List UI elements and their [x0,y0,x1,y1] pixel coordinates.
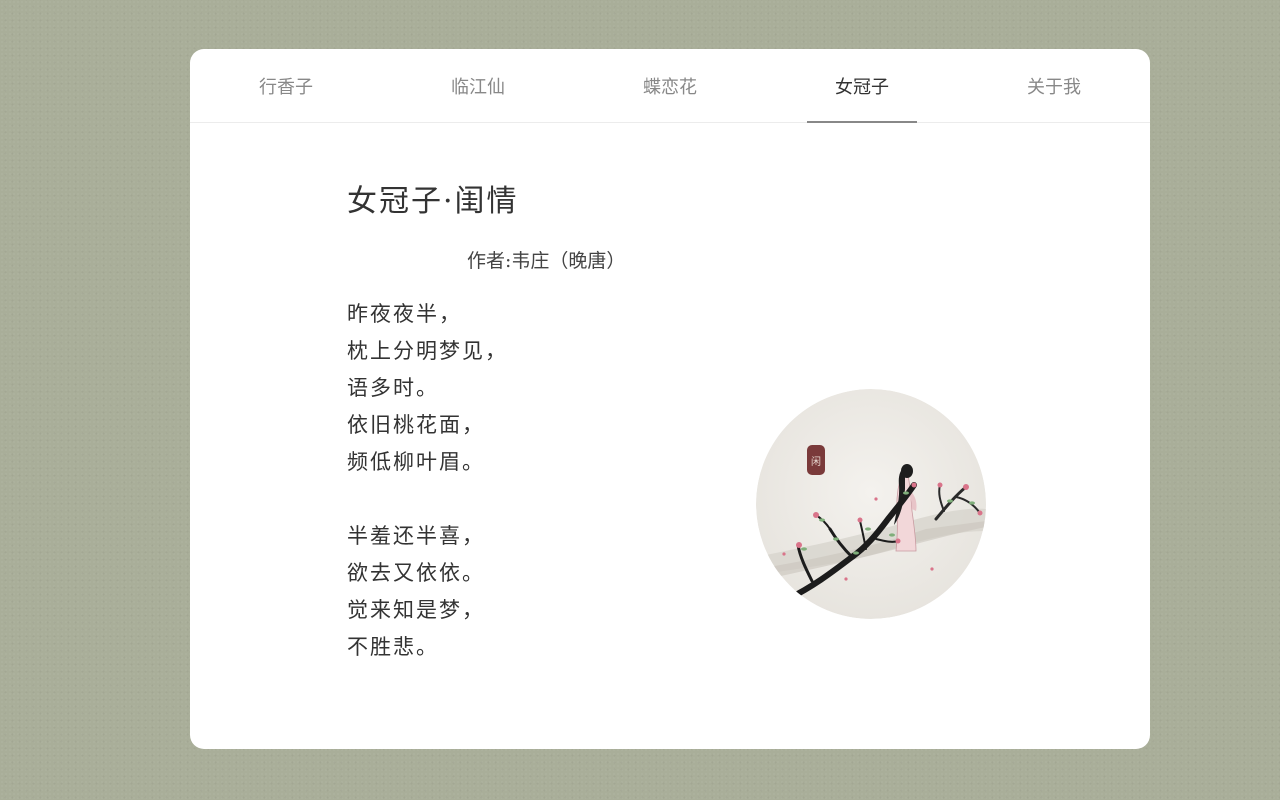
ink-painting-woman-plum-blossom-icon: 闲 [756,389,986,619]
ink-painting-illustration: 闲 [756,389,986,619]
poem-line: 依旧桃花面， [347,413,485,437]
tab-about-me[interactable]: 关于我 [958,49,1150,122]
poem-line: 半羞还半喜， [347,524,485,548]
tab-bar: 行香子 临江仙 蝶恋花 女冠子 关于我 [190,49,1150,123]
tab-xingxiangzi[interactable]: 行香子 [190,49,382,122]
poem-line: 不胜悲。 [347,635,439,659]
tab-nvguanzi[interactable]: 女冠子 [766,49,958,123]
poem-line: 昨夜夜半， [347,302,462,326]
tab-dielianhua[interactable]: 蝶恋花 [574,49,766,122]
poem-stanza-1: 昨夜夜半， 枕上分明梦见， 语多时。 依旧桃花面， 频低柳叶眉。 [347,296,767,481]
poem-author: 作者:韦庄（晚唐） [467,250,626,272]
content-card: 行香子 临江仙 蝶恋花 女冠子 关于我 女冠子·闺情 作者:韦庄（晚唐） 昨夜夜… [190,49,1150,749]
poem-content: 女冠子·闺情 作者:韦庄（晚唐） 昨夜夜半， 枕上分明梦见， 语多时。 依旧桃花… [347,182,767,666]
poem-line: 欲去又依依。 [347,561,485,585]
poem-line: 语多时。 [347,376,439,400]
poem-line: 频低柳叶眉。 [347,450,485,474]
svg-text:闲: 闲 [811,455,821,468]
tab-linjiangxian[interactable]: 临江仙 [382,49,574,122]
poem-line: 觉来知是梦， [347,598,485,622]
poem-line: 枕上分明梦见， [347,339,508,363]
poem-stanza-2: 半羞还半喜， 欲去又依依。 觉来知是梦， 不胜悲。 [347,518,767,666]
poem-title: 女冠子·闺情 [347,184,519,219]
